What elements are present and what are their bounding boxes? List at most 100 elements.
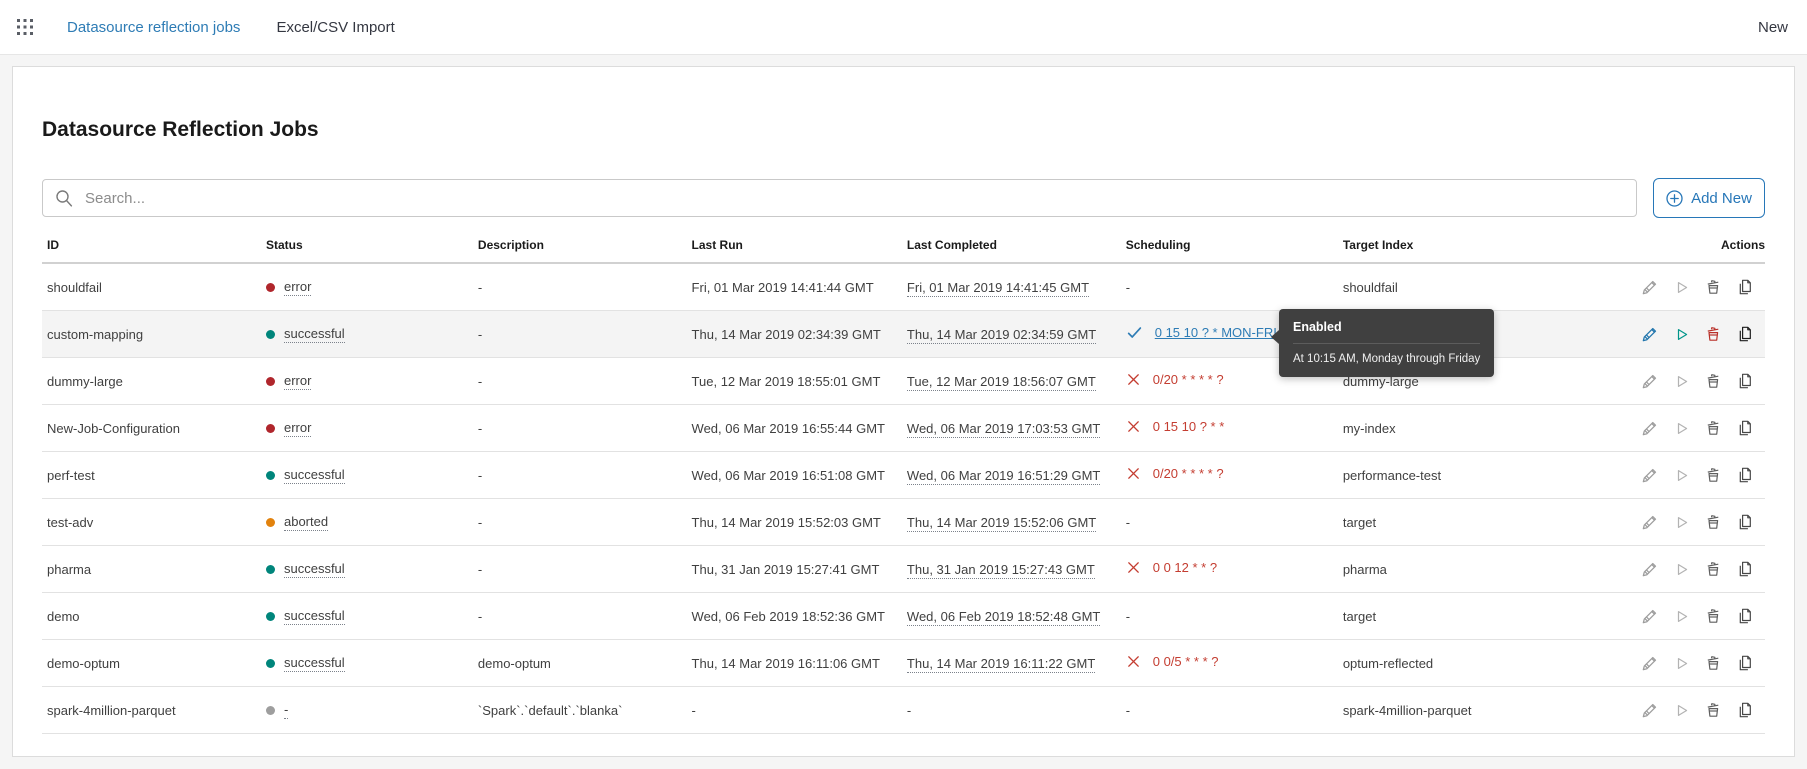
last-completed-value[interactable]: Wed, 06 Mar 2019 16:51:29 GMT — [907, 468, 1100, 485]
status-label[interactable]: - — [284, 702, 288, 719]
run-icon[interactable] — [1674, 609, 1689, 624]
status-label[interactable]: error — [284, 420, 311, 437]
edit-icon[interactable] — [1641, 326, 1658, 343]
table-row[interactable]: pharmasuccessful-Thu, 31 Jan 2019 15:27:… — [42, 546, 1765, 593]
edit-icon[interactable] — [1641, 467, 1658, 484]
search-icon — [55, 189, 73, 207]
description-cell: - — [478, 562, 692, 577]
last-completed-cell: Wed, 06 Mar 2019 16:51:29 GMT — [907, 468, 1126, 483]
status-label[interactable]: error — [284, 373, 311, 390]
run-icon[interactable] — [1674, 421, 1689, 436]
last-completed-value[interactable]: Thu, 14 Mar 2019 15:52:06 GMT — [907, 515, 1096, 532]
last-completed-value[interactable]: Fri, 01 Mar 2019 14:41:45 GMT — [907, 280, 1089, 297]
edit-icon[interactable] — [1641, 420, 1658, 437]
page-title: Datasource Reflection Jobs — [42, 115, 1765, 145]
last-completed-value[interactable]: Thu, 14 Mar 2019 16:11:22 GMT — [907, 656, 1095, 673]
last-run-cell: Wed, 06 Feb 2019 18:52:36 GMT — [692, 609, 907, 624]
cron-expression[interactable]: 0 0/5 * * * ? — [1153, 654, 1219, 669]
edit-icon[interactable] — [1641, 561, 1658, 578]
table-row[interactable]: demosuccessful-Wed, 06 Feb 2019 18:52:36… — [42, 593, 1765, 640]
status-label[interactable]: error — [284, 279, 311, 296]
new-link[interactable]: New — [1758, 19, 1788, 36]
cron-expression[interactable]: 0 15 10 ? * * — [1153, 419, 1225, 434]
copy-icon[interactable] — [1737, 514, 1753, 530]
table-row[interactable]: test-advaborted-Thu, 14 Mar 2019 15:52:0… — [42, 499, 1765, 546]
copy-icon[interactable] — [1737, 702, 1753, 718]
last-completed-value[interactable]: Tue, 12 Mar 2019 18:56:07 GMT — [907, 374, 1096, 391]
table-row[interactable]: New-Job-Configurationerror-Wed, 06 Mar 2… — [42, 405, 1765, 452]
last-completed-cell: Wed, 06 Mar 2019 17:03:53 GMT — [907, 421, 1126, 436]
delete-icon[interactable] — [1705, 279, 1721, 295]
status-dot-icon — [266, 706, 275, 715]
scheduling-cell: 0/20 * * * * ? — [1126, 466, 1343, 484]
job-id-cell: demo-optum — [42, 656, 266, 671]
apps-grid-icon[interactable] — [16, 18, 34, 36]
edit-icon[interactable] — [1641, 608, 1658, 625]
status-label[interactable]: aborted — [284, 514, 328, 531]
table-row[interactable]: demo-optumsuccessfuldemo-optumThu, 14 Ma… — [42, 640, 1765, 687]
last-completed-value[interactable]: Thu, 14 Mar 2019 02:34:59 GMT — [907, 327, 1096, 344]
edit-icon[interactable] — [1641, 514, 1658, 531]
table-row[interactable]: dummy-largeerror-Tue, 12 Mar 2019 18:55:… — [42, 358, 1765, 405]
run-icon[interactable] — [1674, 280, 1689, 295]
status-label[interactable]: successful — [284, 655, 345, 672]
edit-icon[interactable] — [1641, 373, 1658, 390]
search-input[interactable] — [85, 190, 1624, 207]
run-icon[interactable] — [1674, 562, 1689, 577]
cron-expression[interactable]: 0/20 * * * * ? — [1153, 466, 1224, 481]
run-icon[interactable] — [1674, 656, 1689, 671]
cron-expression[interactable]: 0/20 * * * * ? — [1153, 372, 1224, 387]
cron-expression[interactable]: 0 15 10 ? * MON-FRI — [1155, 325, 1277, 340]
jobs-table: ID Status Description Last Run Last Comp… — [42, 228, 1765, 734]
copy-icon[interactable] — [1737, 373, 1753, 389]
column-header-last-run: Last Run — [692, 228, 907, 262]
edit-icon[interactable] — [1641, 702, 1658, 719]
last-completed-value[interactable]: Wed, 06 Mar 2019 17:03:53 GMT — [907, 421, 1100, 438]
copy-icon[interactable] — [1737, 561, 1753, 577]
run-icon[interactable] — [1674, 374, 1689, 389]
table-row[interactable]: spark-4million-parquet-`Spark`.`default`… — [42, 687, 1765, 734]
status-cell: aborted — [266, 514, 478, 531]
schedule-disabled-x-icon — [1126, 560, 1141, 575]
table-row[interactable]: perf-testsuccessful-Wed, 06 Mar 2019 16:… — [42, 452, 1765, 499]
table-row[interactable]: shouldfailerror-Fri, 01 Mar 2019 14:41:4… — [42, 264, 1765, 311]
run-icon[interactable] — [1674, 515, 1689, 530]
cron-expression[interactable]: 0 0 12 * * ? — [1153, 560, 1217, 575]
add-new-button[interactable]: Add New — [1653, 178, 1765, 218]
status-label[interactable]: successful — [284, 608, 345, 625]
delete-icon[interactable] — [1705, 608, 1721, 624]
last-completed-cell: Thu, 31 Jan 2019 15:27:43 GMT — [907, 562, 1126, 577]
delete-icon[interactable] — [1705, 514, 1721, 530]
target-index-cell: performance-test — [1343, 468, 1627, 483]
tab-excel-csv-import[interactable]: Excel/CSV Import — [276, 19, 394, 36]
copy-icon[interactable] — [1737, 655, 1753, 671]
scheduling-cell: - — [1126, 280, 1343, 295]
run-icon[interactable] — [1674, 703, 1689, 718]
copy-icon[interactable] — [1737, 279, 1753, 295]
status-label[interactable]: successful — [284, 561, 345, 578]
edit-icon[interactable] — [1641, 655, 1658, 672]
job-id-cell: dummy-large — [42, 374, 266, 389]
run-icon[interactable] — [1674, 468, 1689, 483]
copy-icon[interactable] — [1737, 608, 1753, 624]
tooltip-body: At 10:15 AM, Monday through Friday — [1293, 353, 1480, 365]
status-label[interactable]: successful — [284, 467, 345, 484]
description-cell: - — [478, 374, 692, 389]
last-completed-value[interactable]: Wed, 06 Feb 2019 18:52:48 GMT — [907, 609, 1100, 626]
status-label[interactable]: successful — [284, 326, 345, 343]
delete-icon[interactable] — [1705, 467, 1721, 483]
copy-icon[interactable] — [1737, 420, 1753, 436]
delete-icon[interactable] — [1705, 702, 1721, 718]
copy-icon[interactable] — [1737, 467, 1753, 483]
delete-icon[interactable] — [1705, 373, 1721, 389]
table-row[interactable]: custom-mappingsuccessful-Thu, 14 Mar 201… — [42, 311, 1765, 358]
delete-icon[interactable] — [1705, 420, 1721, 436]
run-icon[interactable] — [1674, 327, 1689, 342]
copy-icon[interactable] — [1737, 326, 1753, 342]
tab-datasource-reflection-jobs[interactable]: Datasource reflection jobs — [67, 19, 240, 36]
edit-icon[interactable] — [1641, 279, 1658, 296]
delete-icon[interactable] — [1705, 561, 1721, 577]
delete-icon[interactable] — [1705, 655, 1721, 671]
last-completed-value[interactable]: Thu, 31 Jan 2019 15:27:43 GMT — [907, 562, 1095, 579]
delete-icon[interactable] — [1705, 326, 1721, 342]
